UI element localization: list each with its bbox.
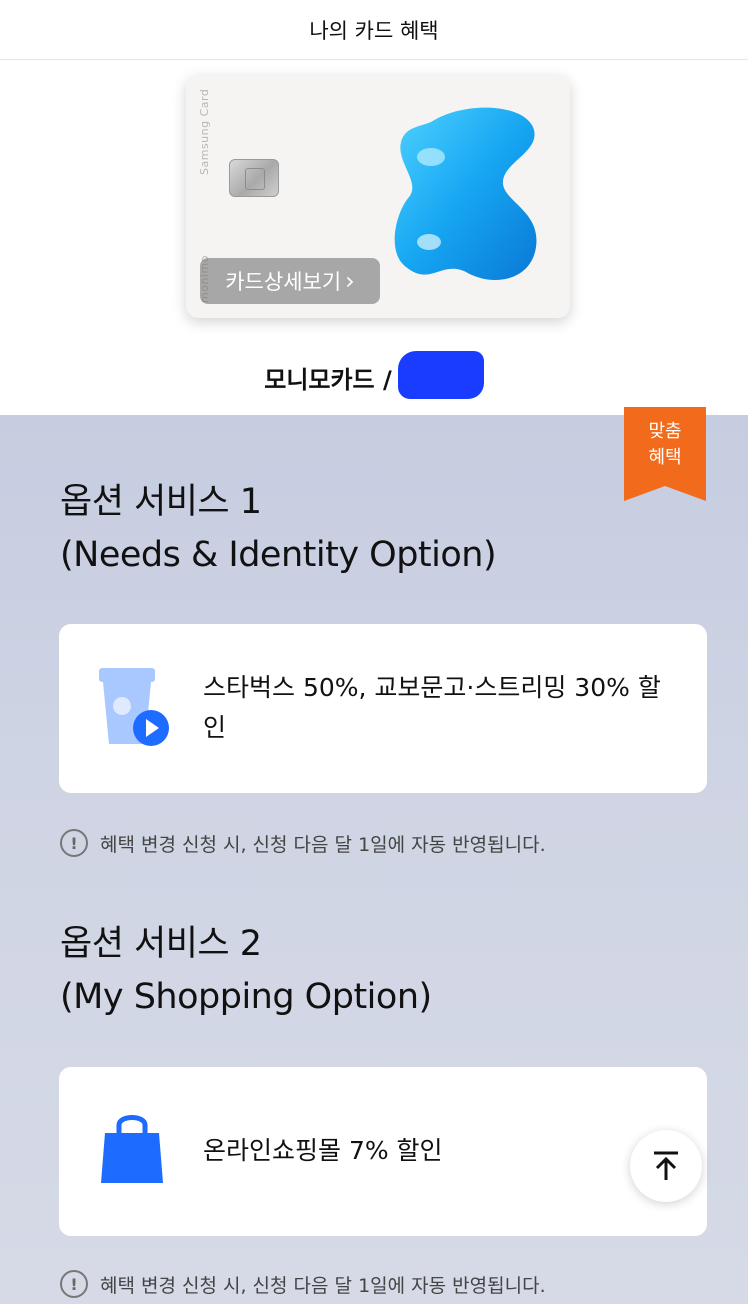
card-detail-label: 카드상세보기	[225, 270, 342, 294]
card-chip-icon	[229, 159, 279, 197]
benefit-1-text: 스타벅스 50%, 교보문고·스트리밍 30% 할인	[203, 673, 661, 742]
section-2-subtitle: (My Shopping Option)	[60, 977, 432, 1017]
scroll-to-top-button[interactable]	[630, 1130, 702, 1202]
chevron-right-icon: ›	[345, 267, 355, 295]
page-title: 나의 카드 혜택	[309, 18, 439, 43]
badge-line-2: 혜택	[648, 447, 682, 468]
card-image[interactable]: Samsung Card monimo 카드상세보기 ›	[186, 75, 570, 318]
monimo-logo-icon	[394, 107, 537, 280]
card-detail-button[interactable]: 카드상세보기 ›	[200, 258, 380, 304]
section-2-title: 옵션 서비스 2	[60, 924, 262, 964]
card-area: Samsung Card monimo 카드상세보기 › 모니모카드 /	[0, 61, 748, 415]
benefit-card-1[interactable]: 스타벅스 50%, 교보문고·스트리밍 30% 할인	[59, 624, 707, 793]
card-name-row: 모니모카드 /	[0, 351, 748, 401]
notice-1: ! 혜택 변경 신청 시, 신청 다음 달 1일에 자동 반영됩니다.	[60, 829, 546, 857]
info-circle-icon: !	[60, 829, 88, 857]
arrow-up-to-top-icon	[654, 1151, 678, 1180]
benefit-2-text: 온라인쇼핑몰 7% 할인	[203, 1136, 443, 1165]
badge-line-1: 맞춤	[648, 421, 682, 442]
notice-1-text: 혜택 변경 신청 시, 신청 다음 달 1일에 자동 반영됩니다.	[100, 833, 546, 856]
notice-2: ! 혜택 변경 신청 시, 신청 다음 달 1일에 자동 반영됩니다.	[60, 1270, 546, 1298]
custom-benefit-badge: 맞춤 혜택	[624, 407, 706, 501]
coffee-cup-play-icon	[99, 668, 169, 746]
shopping-bag-icon	[101, 1115, 163, 1183]
card-name: 모니모카드 /	[264, 365, 392, 394]
app-header: 나의 카드 혜택	[0, 0, 748, 60]
redacted-block	[397, 351, 484, 399]
section-1-subtitle: (Needs & Identity Option)	[60, 535, 497, 575]
benefit-card-2[interactable]: 온라인쇼핑몰 7% 할인	[59, 1067, 707, 1236]
info-circle-icon: !	[60, 1270, 88, 1298]
notice-2-text: 혜택 변경 신청 시, 신청 다음 달 1일에 자동 반영됩니다.	[100, 1274, 546, 1297]
card-brand-text: Samsung Card	[198, 88, 211, 175]
section-1-title: 옵션 서비스 1	[60, 482, 262, 522]
